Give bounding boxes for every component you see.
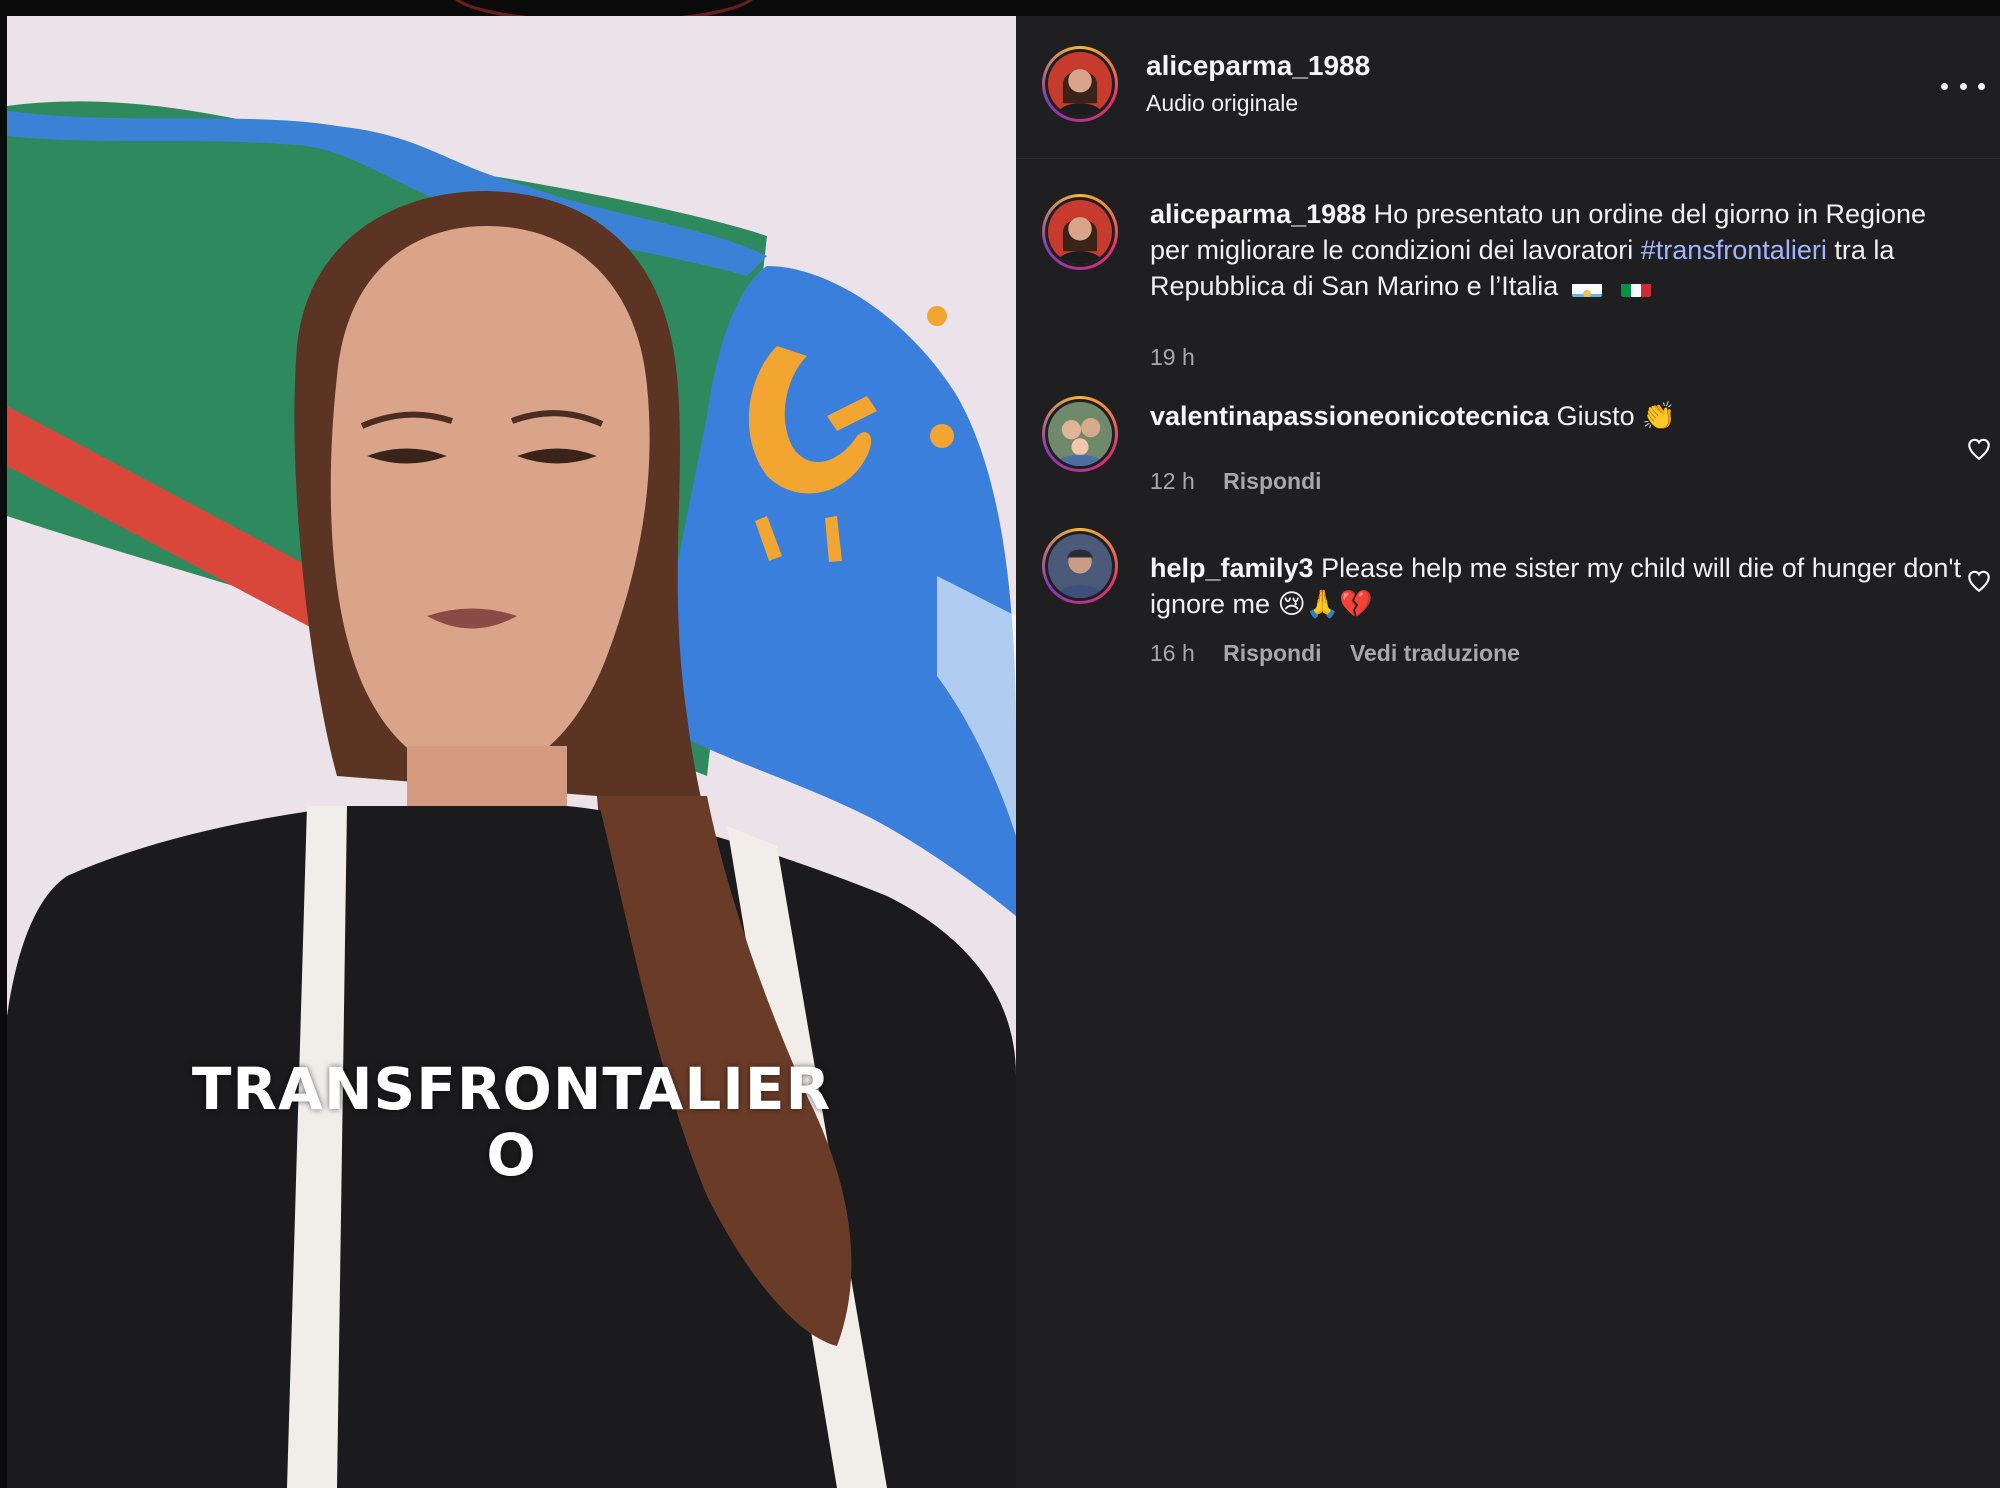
caption-time: 19 h — [1150, 344, 1195, 370]
video-caption-overlay: TRANSFRONTALIER O — [7, 1056, 1016, 1188]
author-avatar[interactable] — [1042, 46, 1118, 122]
clapping-hands-icon: 👏 — [1642, 401, 1676, 432]
comment-username[interactable]: valentinapassioneonicotecnica — [1150, 401, 1549, 431]
comment-text: help_family3 Please help me sister my ch… — [1150, 550, 1970, 623]
hashtag-link[interactable]: #transfrontalieri — [1641, 235, 1827, 265]
comment-time: 12 h — [1150, 468, 1195, 494]
post-details-panel: aliceparma_1988 Audio originale alicepar… — [1016, 16, 2000, 1488]
san-marino-flag-icon — [1571, 277, 1602, 297]
author-avatar-image — [1048, 52, 1112, 116]
caption-text: aliceparma_1988 Ho presentato un ordine … — [1150, 196, 1970, 304]
commenter-avatar-image — [1048, 402, 1112, 466]
comment-time: 16 h — [1150, 640, 1195, 666]
commenter-avatar[interactable] — [1042, 396, 1118, 472]
comment-meta: 12 h Rispondi — [1150, 468, 1344, 495]
reply-button[interactable]: Rispondi — [1223, 468, 1321, 494]
comment-meta: 16 h Rispondi Vedi traduzione — [1150, 640, 1542, 667]
italy-flag-icon — [1621, 277, 1652, 297]
reply-button[interactable]: Rispondi — [1223, 640, 1321, 666]
caption-author-avatar[interactable] — [1042, 194, 1118, 270]
comment-text: valentinapassioneonicotecnica Giusto 👏 — [1150, 398, 1970, 435]
like-heart-icon[interactable] — [1966, 436, 1992, 462]
video-caption-line-1: TRANSFRONTALIER — [191, 1055, 832, 1123]
comment-body: Giusto — [1549, 401, 1643, 431]
audio-label[interactable]: Audio originale — [1146, 90, 1298, 117]
video-frame — [7, 16, 1016, 1488]
caption-author-avatar-image — [1048, 200, 1112, 264]
more-options-icon[interactable] — [1941, 76, 1985, 96]
comment-username[interactable]: help_family3 — [1150, 553, 1314, 583]
author-username[interactable]: aliceparma_1988 — [1146, 50, 1370, 82]
commenter-avatar-image — [1048, 534, 1112, 598]
like-heart-icon[interactable] — [1966, 568, 1992, 594]
caption-username[interactable]: aliceparma_1988 — [1150, 199, 1366, 229]
background-page-strip — [0, 0, 2000, 16]
commenter-avatar[interactable] — [1042, 528, 1118, 604]
background-profile-ring — [450, 0, 758, 16]
crying-pray-broken-heart-icons: 😢🙏💔 — [1277, 589, 1373, 620]
caption-meta: 19 h — [1150, 344, 1217, 371]
reel-video-player[interactable]: TRANSFRONTALIER O — [7, 16, 1016, 1488]
video-caption-line-2: O — [486, 1121, 537, 1189]
see-translation-button[interactable]: Vedi traduzione — [1350, 640, 1520, 666]
post-header: aliceparma_1988 Audio originale — [1016, 16, 2000, 159]
